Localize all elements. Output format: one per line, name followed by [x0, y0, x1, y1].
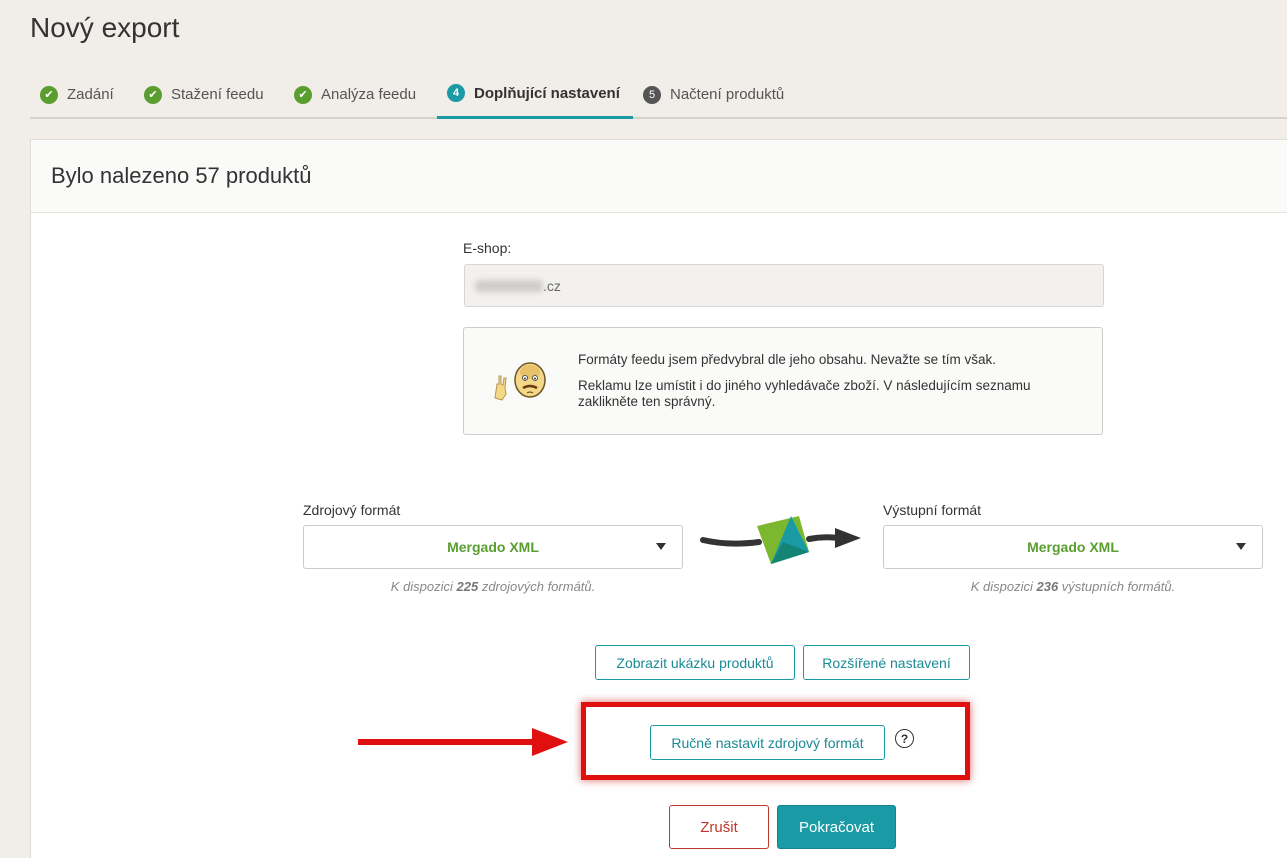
card-title: Bylo nalezeno 57 produktů [31, 140, 1287, 213]
highlight-box [581, 702, 970, 780]
step-label: Stažení feedu [171, 86, 264, 103]
output-format-count: 236 [1036, 579, 1059, 594]
chevron-down-icon [1236, 543, 1246, 550]
step-number-badge: 4 [447, 84, 465, 102]
info-text-2: Reklamu lze umístit i do jiného vyhledáv… [578, 378, 1031, 409]
step-label: Doplňující nastavení [474, 84, 620, 102]
mascot-icon [494, 362, 546, 401]
cancel-button[interactable]: Zrušit [669, 805, 769, 849]
info-box: Formáty feedu jsem předvybral dle jeho o… [463, 327, 1103, 435]
eshop-field: .cz [464, 264, 1104, 307]
eshop-label: E-shop: [463, 240, 512, 256]
step-nacteni-produktu[interactable]: 5 Načtení produktů [633, 70, 794, 119]
step-label: Analýza feedu [321, 86, 417, 103]
source-format-select[interactable]: Mergado XML [303, 525, 683, 569]
output-format-select[interactable]: Mergado XML [883, 525, 1263, 569]
output-format-label: Výstupní formát [883, 502, 982, 518]
check-icon: ✔ [144, 85, 162, 104]
red-arrow-icon [358, 728, 568, 756]
advanced-settings-button[interactable]: Rozšířené nastavení [803, 645, 970, 680]
step-label: Zadání [67, 86, 114, 103]
source-format-value: Mergado XML [447, 539, 539, 555]
info-text-1: Formáty feedu jsem předvybral dle jeho o… [578, 352, 996, 367]
source-format-count: 225 [456, 579, 479, 594]
page-title: Nový export [30, 12, 180, 43]
conversion-arrow-icon [700, 516, 861, 564]
step-zadani[interactable]: ✔ Zadání [30, 70, 124, 119]
redacted-text [475, 279, 543, 292]
continue-button[interactable]: Pokračovat [777, 805, 896, 849]
source-format-hint: K dispozici 225 zdrojových formátů. [390, 579, 596, 594]
output-format-hint: K dispozici 236 výstupních formátů. [970, 579, 1176, 594]
step-label: Načtení produktů [670, 86, 785, 103]
step-stazeni-feedu[interactable]: ✔ Stažení feedu [134, 70, 274, 119]
source-format-label: Zdrojový formát [303, 502, 401, 518]
step-number-badge: 5 [643, 85, 661, 104]
step-doplnujici-nastaveni[interactable]: 4 Doplňující nastavení [437, 70, 633, 119]
show-product-preview-button[interactable]: Zobrazit ukázku produktů [595, 645, 795, 680]
step-analyza-feedu[interactable]: ✔ Analýza feedu [284, 70, 426, 119]
check-icon: ✔ [294, 85, 312, 104]
check-icon: ✔ [40, 85, 58, 104]
chevron-down-icon [656, 543, 666, 550]
eshop-domain-suffix: .cz [543, 277, 561, 294]
output-format-value: Mergado XML [1027, 539, 1119, 555]
wizard-steps: ✔ Zadání ✔ Stažení feedu ✔ Analýza feedu… [30, 70, 1287, 119]
